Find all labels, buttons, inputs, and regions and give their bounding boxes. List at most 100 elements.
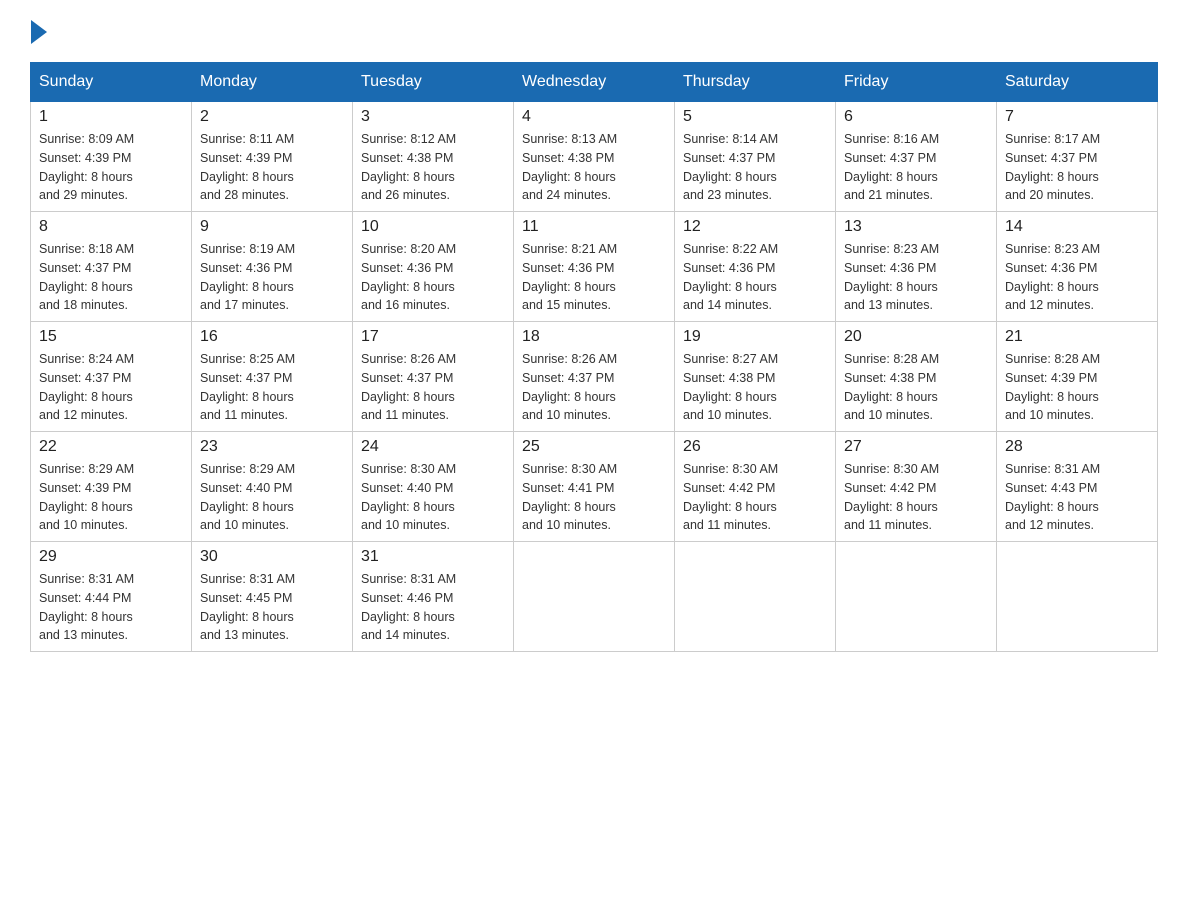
day-number: 7: [1005, 108, 1149, 126]
calendar-cell: 19 Sunrise: 8:27 AMSunset: 4:38 PMDayligh…: [675, 322, 836, 432]
calendar-cell: 5 Sunrise: 8:14 AMSunset: 4:37 PMDaylight…: [675, 102, 836, 212]
day-info: Sunrise: 8:18 AMSunset: 4:37 PMDaylight:…: [39, 240, 183, 315]
day-number: 2: [200, 108, 344, 126]
day-number: 4: [522, 108, 666, 126]
calendar-cell: 24Sunrise: 8:30 AMSunset: 4:40 PMDayligh…: [353, 432, 514, 542]
day-info: Sunrise: 8:30 AMSunset: 4:40 PMDaylight:…: [361, 460, 505, 535]
day-number: 15: [39, 328, 183, 346]
day-info: Sunrise: 8:16 AMSunset: 4:37 PMDaylight:…: [844, 130, 988, 205]
calendar-cell: 17 Sunrise: 8:26 AMSunset: 4:37 PMDayligh…: [353, 322, 514, 432]
day-number: 29: [39, 548, 183, 566]
calendar-cell: 28 Sunrise: 8:31 AMSunset: 4:43 PMDayligh…: [997, 432, 1158, 542]
calendar-cell: 31 Sunrise: 8:31 AMSunset: 4:46 PMDayligh…: [353, 542, 514, 652]
calendar-cell: 2 Sunrise: 8:11 AMSunset: 4:39 PMDaylight…: [192, 102, 353, 212]
day-info: Sunrise: 8:14 AMSunset: 4:37 PMDaylight:…: [683, 130, 827, 205]
calendar-cell: 10Sunrise: 8:20 AMSunset: 4:36 PMDayligh…: [353, 212, 514, 322]
day-of-week-header: Sunday: [31, 63, 192, 102]
day-number: 11: [522, 218, 666, 236]
day-of-week-header: Thursday: [675, 63, 836, 102]
calendar-cell: 20 Sunrise: 8:28 AMSunset: 4:38 PMDayligh…: [836, 322, 997, 432]
day-number: 13: [844, 218, 988, 236]
day-info: Sunrise: 8:13 AMSunset: 4:38 PMDaylight:…: [522, 130, 666, 205]
calendar-cell: 18 Sunrise: 8:26 AMSunset: 4:37 PMDayligh…: [514, 322, 675, 432]
day-info: Sunrise: 8:29 AMSunset: 4:40 PMDaylight:…: [200, 460, 344, 535]
day-info: Sunrise: 8:19 AMSunset: 4:36 PMDaylight:…: [200, 240, 344, 315]
day-info: Sunrise: 8:21 AMSunset: 4:36 PMDaylight:…: [522, 240, 666, 315]
day-of-week-header: Friday: [836, 63, 997, 102]
calendar-week-row: 1Sunrise: 8:09 AMSunset: 4:39 PMDaylight…: [31, 102, 1158, 212]
calendar-cell: 13 Sunrise: 8:23 AMSunset: 4:36 PMDayligh…: [836, 212, 997, 322]
day-of-week-header: Wednesday: [514, 63, 675, 102]
calendar-cell: 29 Sunrise: 8:31 AMSunset: 4:44 PMDayligh…: [31, 542, 192, 652]
calendar-week-row: 29 Sunrise: 8:31 AMSunset: 4:44 PMDayligh…: [31, 542, 1158, 652]
calendar-cell: [836, 542, 997, 652]
day-number: 23: [200, 438, 344, 456]
day-number: 8: [39, 218, 183, 236]
day-number: 6: [844, 108, 988, 126]
calendar-cell: 11 Sunrise: 8:21 AMSunset: 4:36 PMDayligh…: [514, 212, 675, 322]
day-number: 16: [200, 328, 344, 346]
calendar-table: SundayMondayTuesdayWednesdayThursdayFrid…: [30, 62, 1158, 652]
day-number: 30: [200, 548, 344, 566]
day-of-week-header: Saturday: [997, 63, 1158, 102]
day-info: Sunrise: 8:11 AMSunset: 4:39 PMDaylight:…: [200, 130, 344, 205]
logo-triangle-icon: [31, 20, 47, 44]
day-info: Sunrise: 8:28 AMSunset: 4:38 PMDaylight:…: [844, 350, 988, 425]
day-info: Sunrise: 8:23 AMSunset: 4:36 PMDaylight:…: [844, 240, 988, 315]
day-number: 14: [1005, 218, 1149, 236]
day-info: Sunrise: 8:22 AMSunset: 4:36 PMDaylight:…: [683, 240, 827, 315]
day-number: 28: [1005, 438, 1149, 456]
calendar-cell: [675, 542, 836, 652]
calendar-cell: 23 Sunrise: 8:29 AMSunset: 4:40 PMDayligh…: [192, 432, 353, 542]
day-number: 5: [683, 108, 827, 126]
day-number: 10: [361, 218, 505, 236]
day-info: Sunrise: 8:26 AMSunset: 4:37 PMDaylight:…: [522, 350, 666, 425]
calendar-cell: 8 Sunrise: 8:18 AMSunset: 4:37 PMDaylight…: [31, 212, 192, 322]
day-number: 20: [844, 328, 988, 346]
day-number: 21: [1005, 328, 1149, 346]
calendar-cell: 22 Sunrise: 8:29 AMSunset: 4:39 PMDayligh…: [31, 432, 192, 542]
day-info: Sunrise: 8:29 AMSunset: 4:39 PMDaylight:…: [39, 460, 183, 535]
day-number: 9: [200, 218, 344, 236]
day-info: Sunrise: 8:31 AMSunset: 4:45 PMDaylight:…: [200, 570, 344, 645]
day-number: 25: [522, 438, 666, 456]
day-info: Sunrise: 8:31 AMSunset: 4:44 PMDaylight:…: [39, 570, 183, 645]
day-info: Sunrise: 8:25 AMSunset: 4:37 PMDaylight:…: [200, 350, 344, 425]
day-info: Sunrise: 8:17 AMSunset: 4:37 PMDaylight:…: [1005, 130, 1149, 205]
day-info: Sunrise: 8:31 AMSunset: 4:43 PMDaylight:…: [1005, 460, 1149, 535]
calendar-cell: 9 Sunrise: 8:19 AMSunset: 4:36 PMDaylight…: [192, 212, 353, 322]
calendar-cell: 16 Sunrise: 8:25 AMSunset: 4:37 PMDayligh…: [192, 322, 353, 432]
day-info: Sunrise: 8:23 AMSunset: 4:36 PMDaylight:…: [1005, 240, 1149, 315]
calendar-week-row: 22 Sunrise: 8:29 AMSunset: 4:39 PMDayligh…: [31, 432, 1158, 542]
day-info: Sunrise: 8:30 AMSunset: 4:42 PMDaylight:…: [844, 460, 988, 535]
calendar-header-row: SundayMondayTuesdayWednesdayThursdayFrid…: [31, 63, 1158, 102]
logo: [30, 20, 47, 42]
calendar-cell: 14 Sunrise: 8:23 AMSunset: 4:36 PMDayligh…: [997, 212, 1158, 322]
calendar-cell: 12Sunrise: 8:22 AMSunset: 4:36 PMDayligh…: [675, 212, 836, 322]
day-number: 1: [39, 108, 183, 126]
day-number: 31: [361, 548, 505, 566]
calendar-cell: 1Sunrise: 8:09 AMSunset: 4:39 PMDaylight…: [31, 102, 192, 212]
day-info: Sunrise: 8:31 AMSunset: 4:46 PMDaylight:…: [361, 570, 505, 645]
day-info: Sunrise: 8:30 AMSunset: 4:42 PMDaylight:…: [683, 460, 827, 535]
calendar-week-row: 8 Sunrise: 8:18 AMSunset: 4:37 PMDaylight…: [31, 212, 1158, 322]
day-info: Sunrise: 8:30 AMSunset: 4:41 PMDaylight:…: [522, 460, 666, 535]
calendar-cell: [514, 542, 675, 652]
day-info: Sunrise: 8:26 AMSunset: 4:37 PMDaylight:…: [361, 350, 505, 425]
day-number: 17: [361, 328, 505, 346]
day-number: 22: [39, 438, 183, 456]
day-number: 3: [361, 108, 505, 126]
calendar-cell: 3 Sunrise: 8:12 AMSunset: 4:38 PMDaylight…: [353, 102, 514, 212]
day-info: Sunrise: 8:27 AMSunset: 4:38 PMDaylight:…: [683, 350, 827, 425]
day-number: 19: [683, 328, 827, 346]
day-number: 27: [844, 438, 988, 456]
calendar-cell: 6 Sunrise: 8:16 AMSunset: 4:37 PMDaylight…: [836, 102, 997, 212]
calendar-cell: 30 Sunrise: 8:31 AMSunset: 4:45 PMDayligh…: [192, 542, 353, 652]
page-header: [30, 20, 1158, 42]
calendar-cell: 26Sunrise: 8:30 AMSunset: 4:42 PMDayligh…: [675, 432, 836, 542]
day-info: Sunrise: 8:12 AMSunset: 4:38 PMDaylight:…: [361, 130, 505, 205]
calendar-cell: 7 Sunrise: 8:17 AMSunset: 4:37 PMDaylight…: [997, 102, 1158, 212]
calendar-cell: 4 Sunrise: 8:13 AMSunset: 4:38 PMDaylight…: [514, 102, 675, 212]
day-number: 18: [522, 328, 666, 346]
calendar-week-row: 15Sunrise: 8:24 AMSunset: 4:37 PMDayligh…: [31, 322, 1158, 432]
